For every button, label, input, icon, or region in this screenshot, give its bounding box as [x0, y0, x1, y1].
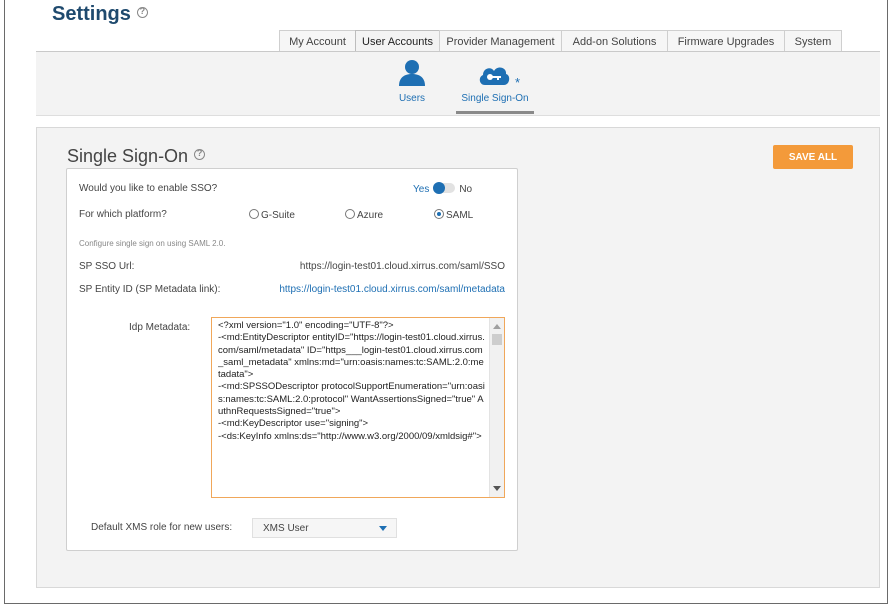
subnav-single-sign-on[interactable]: * Single Sign-On	[456, 52, 534, 116]
toggle-yes-label: Yes	[413, 184, 430, 195]
idp-metadata-label: Idp Metadata:	[129, 322, 191, 333]
radio-azure-button[interactable]	[345, 209, 355, 219]
save-all-button[interactable]: SAVE ALL	[773, 145, 853, 169]
idp-metadata-scrollbar[interactable]	[489, 318, 504, 497]
section-title-text: Single Sign-On	[67, 146, 189, 166]
enable-sso-label: Would you like to enable SSO?	[79, 183, 218, 194]
subnav-users[interactable]: Users	[392, 52, 432, 116]
tab-system[interactable]: System	[784, 30, 842, 52]
sso-form-card: Would you like to enable SSO? Yes No For …	[66, 168, 518, 551]
toggle-switch[interactable]	[433, 182, 456, 194]
enable-sso-toggle[interactable]: Yes No	[413, 182, 473, 195]
default-role-label: Default XMS role for new users:	[91, 522, 233, 533]
radio-g-suite-button[interactable]	[249, 209, 259, 219]
tab-provider-management[interactable]: Provider Management	[439, 30, 562, 52]
scroll-down-arrow-icon[interactable]	[493, 486, 501, 491]
cloud-key-icon	[479, 67, 510, 85]
configure-note: Configure single sign on using SAML 2.0.	[79, 239, 226, 248]
user-accounts-subnav: Users * Single Sign-On	[36, 51, 880, 116]
scroll-thumb[interactable]	[492, 334, 502, 345]
platform-label: For which platform?	[79, 209, 167, 220]
default-role-select[interactable]: XMS User	[252, 518, 397, 538]
radio-g-suite-label: G-Suite	[261, 210, 295, 221]
sso-panel: Single Sign-On SAVE ALL Would you like t…	[36, 127, 880, 588]
radio-saml-button[interactable]	[434, 209, 444, 219]
radio-saml-label: SAML	[446, 210, 474, 221]
default-role-value: XMS User	[263, 522, 309, 534]
idp-metadata-content: <?xml version="1.0" encoding="UTF-8"?> -…	[218, 320, 485, 442]
settings-tabs: My Account User Accounts Provider Manage…	[279, 30, 842, 52]
tab-my-account[interactable]: My Account	[279, 30, 356, 52]
help-icon[interactable]	[136, 6, 148, 18]
tab-add-on-solutions[interactable]: Add-on Solutions	[561, 30, 668, 52]
user-icon	[399, 60, 425, 86]
subnav-sso-label: Single Sign-On	[461, 93, 529, 104]
page-title: Settings	[52, 3, 148, 26]
chevron-down-icon	[379, 526, 387, 531]
page-title-text: Settings	[52, 3, 131, 25]
subnav-users-label: Users	[398, 93, 426, 104]
toggle-knob	[433, 182, 446, 194]
radio-azure-label: Azure	[357, 210, 384, 221]
radio-azure[interactable]: Azure	[345, 209, 383, 221]
sp-entity-label: SP Entity ID (SP Metadata link):	[79, 284, 221, 295]
settings-frame: Settings My Account User Accounts Provid…	[4, 0, 888, 604]
idp-metadata-textarea[interactable]: <?xml version="1.0" encoding="UTF-8"?> -…	[211, 317, 505, 498]
toggle-no-label: No	[459, 184, 473, 195]
sp-entity-link[interactable]: https://login-test01.cloud.xirrus.com/sa…	[279, 284, 505, 295]
radio-g-suite[interactable]: G-Suite	[249, 209, 295, 221]
sp-sso-url-value: https://login-test01.cloud.xirrus.com/sa…	[299, 261, 505, 272]
section-help-icon[interactable]	[194, 148, 206, 160]
subnav-sso-marker: *	[515, 75, 521, 90]
radio-saml[interactable]: SAML	[434, 209, 473, 221]
tab-user-accounts[interactable]: User Accounts	[355, 30, 440, 52]
section-title: Single Sign-On	[67, 146, 206, 167]
sp-sso-url-label: SP SSO Url:	[79, 261, 135, 272]
scroll-up-arrow-icon[interactable]	[493, 324, 501, 329]
tab-firmware-upgrades[interactable]: Firmware Upgrades	[667, 30, 785, 52]
